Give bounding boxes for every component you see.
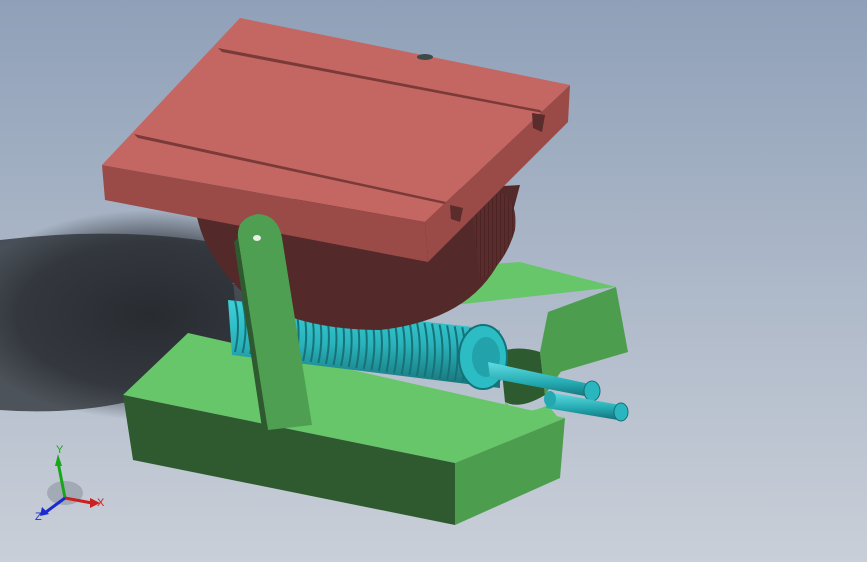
triad-x-label: X xyxy=(97,497,105,509)
coordinate-triad: Y X Z xyxy=(35,444,105,523)
model-canvas[interactable]: Y X Z xyxy=(0,0,867,562)
cad-viewport[interactable]: Y X Z xyxy=(0,0,867,562)
triad-z-label: Z xyxy=(35,511,42,523)
triad-y-label: Y xyxy=(56,444,64,456)
